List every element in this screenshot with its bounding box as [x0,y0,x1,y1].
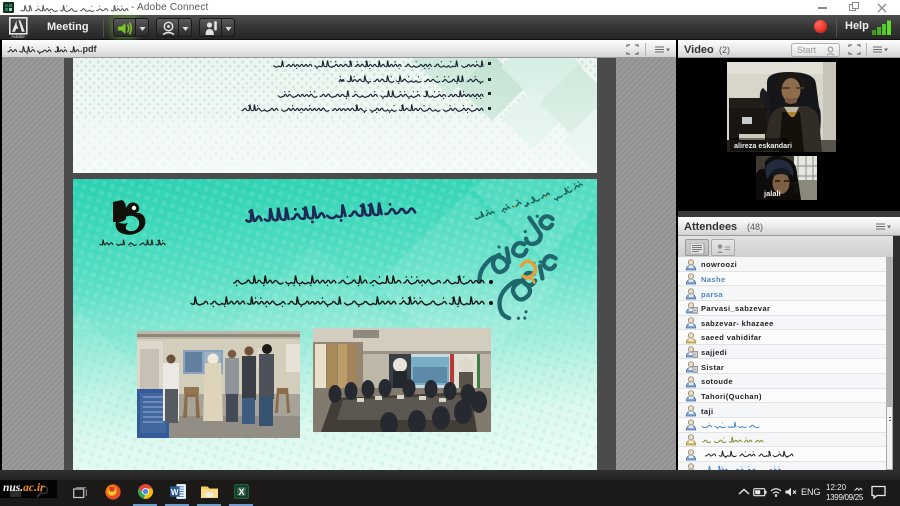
svg-text:alireza eskandari: alireza eskandari [734,141,792,150]
svg-text:Adobe: Adobe [11,34,25,38]
svg-text:X: X [238,487,244,497]
svg-text:W: W [171,488,179,497]
svg-text:jalali: jalali [763,189,781,198]
